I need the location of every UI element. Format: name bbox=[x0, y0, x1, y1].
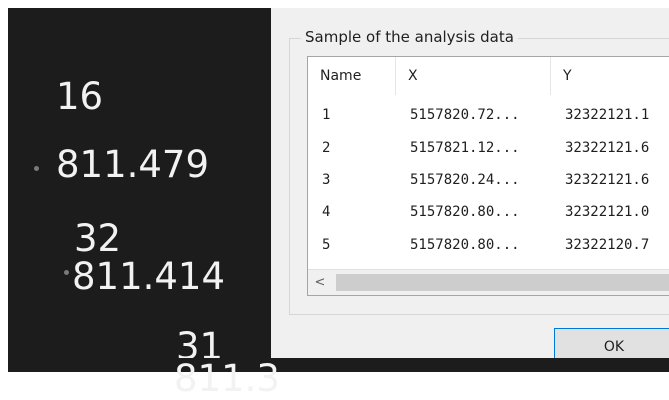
sample-data-list[interactable]: Name X Y 1 5157820.72... 32322121.1 2 51… bbox=[307, 56, 669, 296]
point-id-label: 16 bbox=[56, 75, 104, 118]
horizontal-scrollbar[interactable]: < bbox=[308, 269, 669, 295]
point-marker bbox=[34, 166, 39, 171]
table-row[interactable]: 1 5157820.72... 32322121.1 bbox=[308, 105, 669, 126]
point-marker bbox=[64, 270, 69, 275]
point-id-label: 31 bbox=[176, 325, 224, 360]
cell-x: 5157820.72... bbox=[410, 107, 520, 123]
cell-x: 5157820.80... bbox=[410, 237, 520, 253]
group-title: Sample of the analysis data bbox=[301, 28, 518, 46]
point-id-label: 32 bbox=[74, 217, 122, 260]
column-header-name[interactable]: Name bbox=[308, 57, 396, 95]
screenshot-frame: 16 811.479 32 811.414 31 811.3 Sample of… bbox=[0, 0, 669, 397]
cell-x: 5157821.12... bbox=[410, 140, 520, 156]
analysis-data-dialog: Sample of the analysis data Name X Y 1 5… bbox=[271, 8, 669, 358]
scroll-left-arrow-icon[interactable]: < bbox=[308, 270, 332, 295]
map-label-strip: 811.3 bbox=[8, 358, 669, 397]
list-header: Name X Y bbox=[308, 57, 669, 95]
cell-y: 32322121.1 bbox=[565, 107, 650, 123]
table-row[interactable]: 3 5157820.24... 32322121.6 bbox=[308, 170, 669, 191]
column-header-y[interactable]: Y bbox=[551, 57, 669, 95]
table-row[interactable]: 2 5157821.12... 32322121.6 bbox=[308, 138, 669, 159]
cell-name: 3 bbox=[322, 172, 331, 188]
point-value-label: 811.479 bbox=[56, 143, 210, 186]
cell-x: 5157820.24... bbox=[410, 172, 520, 188]
column-header-x[interactable]: X bbox=[396, 57, 551, 95]
cell-name: 2 bbox=[322, 140, 331, 156]
cell-x: 5157820.80... bbox=[410, 204, 520, 220]
cell-y: 32322121.0 bbox=[565, 204, 650, 220]
map-label-panel: 16 811.479 32 811.414 31 bbox=[8, 8, 271, 360]
cell-y: 32322120.7 bbox=[565, 237, 650, 253]
point-value-label: 811.3 bbox=[174, 357, 280, 400]
cell-name: 4 bbox=[322, 204, 331, 220]
table-row[interactable]: 5 5157820.80... 32322120.7 bbox=[308, 235, 669, 256]
cell-y: 32322121.6 bbox=[565, 172, 650, 188]
cell-name: 5 bbox=[322, 237, 331, 253]
table-row[interactable]: 4 5157820.80... 32322121.0 bbox=[308, 202, 669, 223]
cell-name: 1 bbox=[322, 107, 331, 123]
ok-button[interactable]: OK bbox=[554, 328, 669, 358]
point-value-label: 811.414 bbox=[72, 255, 226, 298]
cell-y: 32322121.6 bbox=[565, 140, 650, 156]
scrollbar-thumb[interactable] bbox=[336, 274, 669, 291]
